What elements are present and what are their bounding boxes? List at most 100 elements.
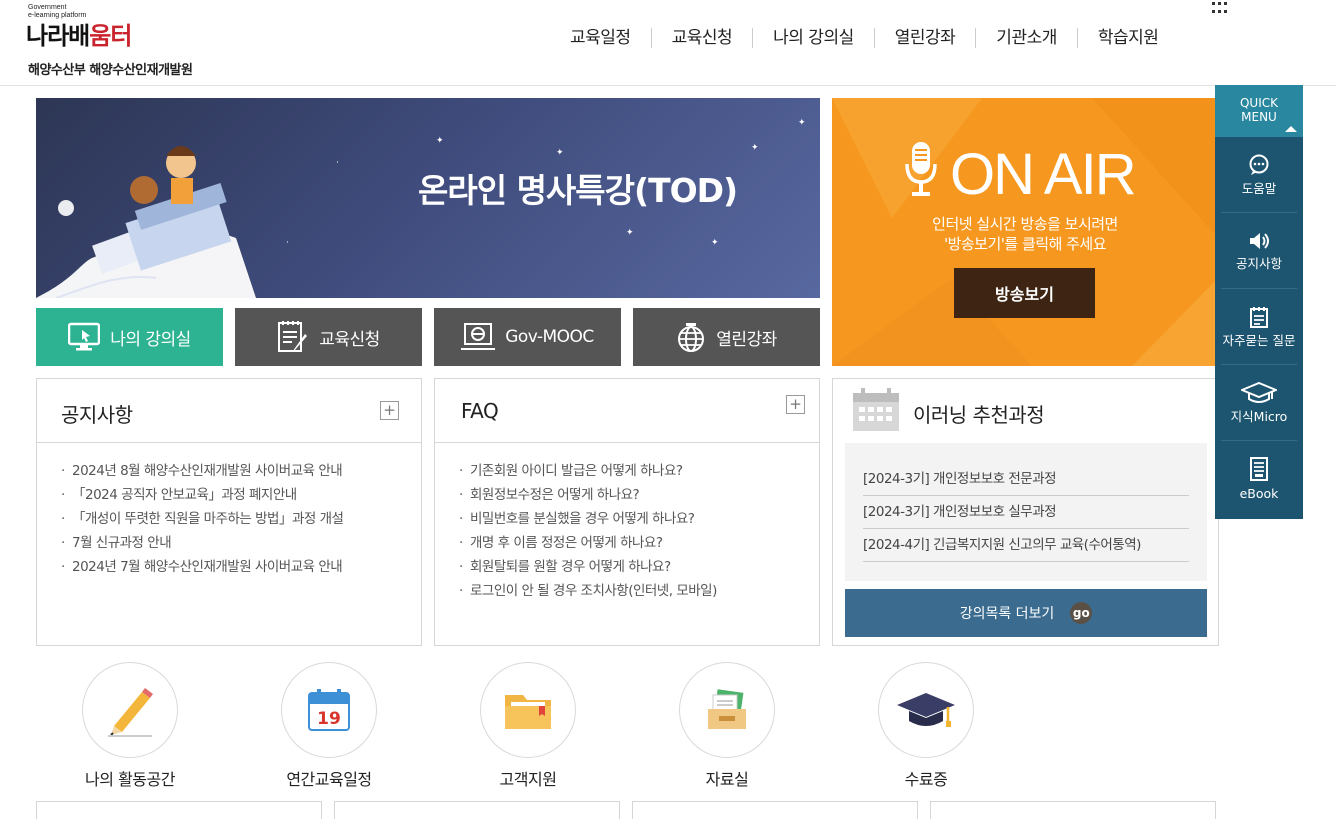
all-menu-grid-icon[interactable] (1212, 2, 1228, 14)
calendar-icon: 19 (281, 662, 377, 758)
nav-item-schedule[interactable]: 교육일정 (550, 28, 652, 48)
faq-more-plus-icon[interactable]: + (786, 395, 805, 414)
quick-help[interactable]: 도움말 (1221, 137, 1297, 213)
recommend-list: [2024-3기] 개인정보보호 전문과정 [2024-3기] 개인정보보호 실… (845, 443, 1207, 581)
notice-item[interactable]: 2024년 8월 해양수산인재개발원 사이버교육 안내 (61, 459, 421, 483)
nav-item-open-course[interactable]: 열린강좌 (875, 28, 977, 48)
recommend-item[interactable]: [2024-4기] 긴급복지지원 신고의무 교육(수어통역) (863, 529, 1189, 562)
faq-item[interactable]: 회원정보수정은 어떻게 하나요? (459, 483, 819, 507)
faq-title: FAQ (461, 399, 499, 423)
faq-list: 기존회원 아이디 발급은 어떻게 하나요? 회원정보수정은 어떻게 하나요? 비… (435, 443, 819, 603)
shortcut-certificate-label: 수료증 (904, 770, 948, 789)
graduation-cap-icon (878, 662, 974, 758)
logo-main-b: 움터 (89, 22, 132, 50)
notice-panel: 공지사항 + 2024년 8월 해양수산인재개발원 사이버교육 안내 「2024… (36, 378, 422, 646)
open-course-button[interactable]: 열린강좌 (633, 308, 820, 366)
nav-item-about[interactable]: 기관소개 (976, 28, 1078, 48)
document-pen-icon (277, 320, 309, 354)
on-air-desc-line1: 인터넷 실시간 방송을 보시려면 (932, 215, 1118, 233)
globe-icon (676, 321, 706, 353)
microphone-icon (904, 140, 938, 206)
quick-notice-label: 공지사항 (1235, 255, 1282, 271)
monitor-cursor-icon (68, 322, 101, 352)
apply-label: 교육신청 (319, 329, 380, 350)
faq-item[interactable]: 비밀번호를 분실했을 경우 어떻게 하나요? (459, 507, 819, 531)
logo-main-a: 나라배 (26, 22, 90, 50)
faq-item[interactable]: 로그인이 안 될 경우 조치사항(인터넷, 모바일) (459, 579, 819, 603)
shortcut-resources-label: 자료실 (705, 770, 749, 789)
quick-menu: QUICK MENU 도움말 공지사항 자주묻는 질문 지식Micro eBoo… (1215, 85, 1303, 519)
quick-menu-head-line1: QUICK (1239, 96, 1278, 110)
notice-header: 공지사항 + (37, 379, 421, 443)
shortcut-customer-support-label: 고객지원 (499, 770, 557, 789)
gov-mooc-label: Gov-MOOC (505, 327, 594, 347)
bottom-box (334, 801, 620, 819)
calendar-day-number: 19 (317, 709, 341, 729)
shortcut-my-activity[interactable]: 나의 활동공간 (55, 662, 205, 790)
course-list-more-label: 강의목록 더보기 (959, 606, 1055, 622)
bottom-box (632, 801, 918, 819)
speaker-icon (1248, 231, 1270, 251)
graduation-cap-icon (1241, 381, 1277, 404)
nav-item-my-classroom[interactable]: 나의 강의실 (753, 28, 875, 48)
on-air-description: 인터넷 실시간 방송을 보시려면 '방송보기'를 클릭해 주세요 (832, 214, 1218, 254)
ebook-icon (1249, 457, 1269, 481)
gov-mooc-button[interactable]: Gov-MOOC (434, 308, 621, 366)
notice-item[interactable]: 「개성이 뚜렷한 직원을 마주하는 방법」과정 개설 (61, 507, 421, 531)
faq-panel: FAQ + 기존회원 아이디 발급은 어떻게 하나요? 회원정보수정은 어떻게 … (434, 378, 820, 646)
calendar-icon (851, 387, 901, 437)
shortcut-my-activity-label: 나의 활동공간 (85, 770, 175, 789)
notice-item[interactable]: 2024년 7월 해양수산인재개발원 사이버교육 안내 (61, 555, 421, 579)
quick-micro[interactable]: 지식Micro (1221, 365, 1297, 441)
quick-micro-label: 지식Micro (1230, 408, 1288, 424)
shortcut-certificate[interactable]: 수료증 (851, 662, 1001, 790)
site-header: Government e-learning platform 나라배움터 해양수… (0, 0, 1336, 86)
my-classroom-button[interactable]: 나의 강의실 (36, 308, 223, 366)
nav-item-support[interactable]: 학습지원 (1078, 28, 1179, 48)
quick-faq[interactable]: 자주묻는 질문 (1221, 289, 1297, 365)
course-list-more-button[interactable]: 강의목록 더보기 go (845, 589, 1207, 637)
quick-menu-head-line2: MENU (1241, 110, 1277, 124)
notice-title: 공지사항 (61, 403, 133, 427)
recommend-item[interactable]: [2024-3기] 개인정보보호 실무과정 (863, 496, 1189, 529)
quick-help-label: 도움말 (1241, 180, 1277, 196)
recommend-item[interactable]: [2024-3기] 개인정보보호 전문과정 (863, 463, 1189, 496)
shortcut-customer-support[interactable]: 고객지원 (453, 662, 603, 790)
shortcut-annual-schedule[interactable]: 19 연간교육일정 (254, 662, 404, 790)
recommend-title: 이러닝 추천과정 (913, 403, 1045, 427)
notice-item[interactable]: 「2024 공직자 안보교육」과정 폐지안내 (61, 483, 421, 507)
logo-small-line1: Government (28, 4, 67, 11)
quick-ebook[interactable]: eBook (1221, 441, 1297, 517)
notepad-icon (1249, 306, 1269, 328)
folder-icon (480, 662, 576, 758)
faq-item[interactable]: 개명 후 이름 정정은 어떻게 하나요? (459, 531, 819, 555)
site-logo[interactable]: 나라배움터 (26, 16, 132, 51)
quick-notice[interactable]: 공지사항 (1221, 213, 1297, 289)
my-classroom-label: 나의 강의실 (110, 329, 191, 350)
on-air-title: ON AIR (950, 142, 1137, 207)
chat-bubble-icon (1248, 154, 1270, 176)
notice-list: 2024년 8월 해양수산인재개발원 사이버교육 안내 「2024 공직자 안보… (37, 443, 421, 579)
shortcut-annual-schedule-label: 연간교육일정 (286, 770, 372, 789)
quick-ebook-label: eBook (1239, 486, 1279, 501)
logo-subtitle: 해양수산부 해양수산인재개발원 (28, 63, 193, 78)
on-air-desc-line2: '방송보기'를 클릭해 주세요 (943, 235, 1107, 253)
nav-item-apply[interactable]: 교육신청 (652, 28, 754, 48)
on-air-panel: ON AIR 인터넷 실시간 방송을 보시려면 '방송보기'를 클릭해 주세요 … (832, 98, 1218, 366)
recommend-panel: 이러닝 추천과정 [2024-3기] 개인정보보호 전문과정 [2024-3기]… (832, 378, 1219, 646)
archive-tray-icon (679, 662, 775, 758)
bottom-box (36, 801, 322, 819)
main-navigation: 교육일정 교육신청 나의 강의실 열린강좌 기관소개 학습지원 (550, 28, 1178, 48)
notice-item[interactable]: 7월 신규과정 안내 (61, 531, 421, 555)
apply-button[interactable]: 교육신청 (235, 308, 422, 366)
pencil-icon (82, 662, 178, 758)
quick-faq-label: 자주묻는 질문 (1222, 332, 1296, 348)
main-banner[interactable]: ✦ ✦ ✦ ✦ ✦ ✦ · · 온라인 명사특강(TOD) (36, 98, 820, 298)
open-course-label: 열린강좌 (716, 329, 777, 350)
faq-item[interactable]: 회원탈퇴를 원할 경우 어떻게 하나요? (459, 555, 819, 579)
watch-broadcast-button[interactable]: 방송보기 (954, 268, 1095, 318)
shortcut-resources[interactable]: 자료실 (652, 662, 802, 790)
notice-more-plus-icon[interactable]: + (380, 401, 399, 420)
quick-menu-toggle[interactable]: QUICK MENU (1215, 85, 1303, 137)
faq-item[interactable]: 기존회원 아이디 발급은 어떻게 하나요? (459, 459, 819, 483)
